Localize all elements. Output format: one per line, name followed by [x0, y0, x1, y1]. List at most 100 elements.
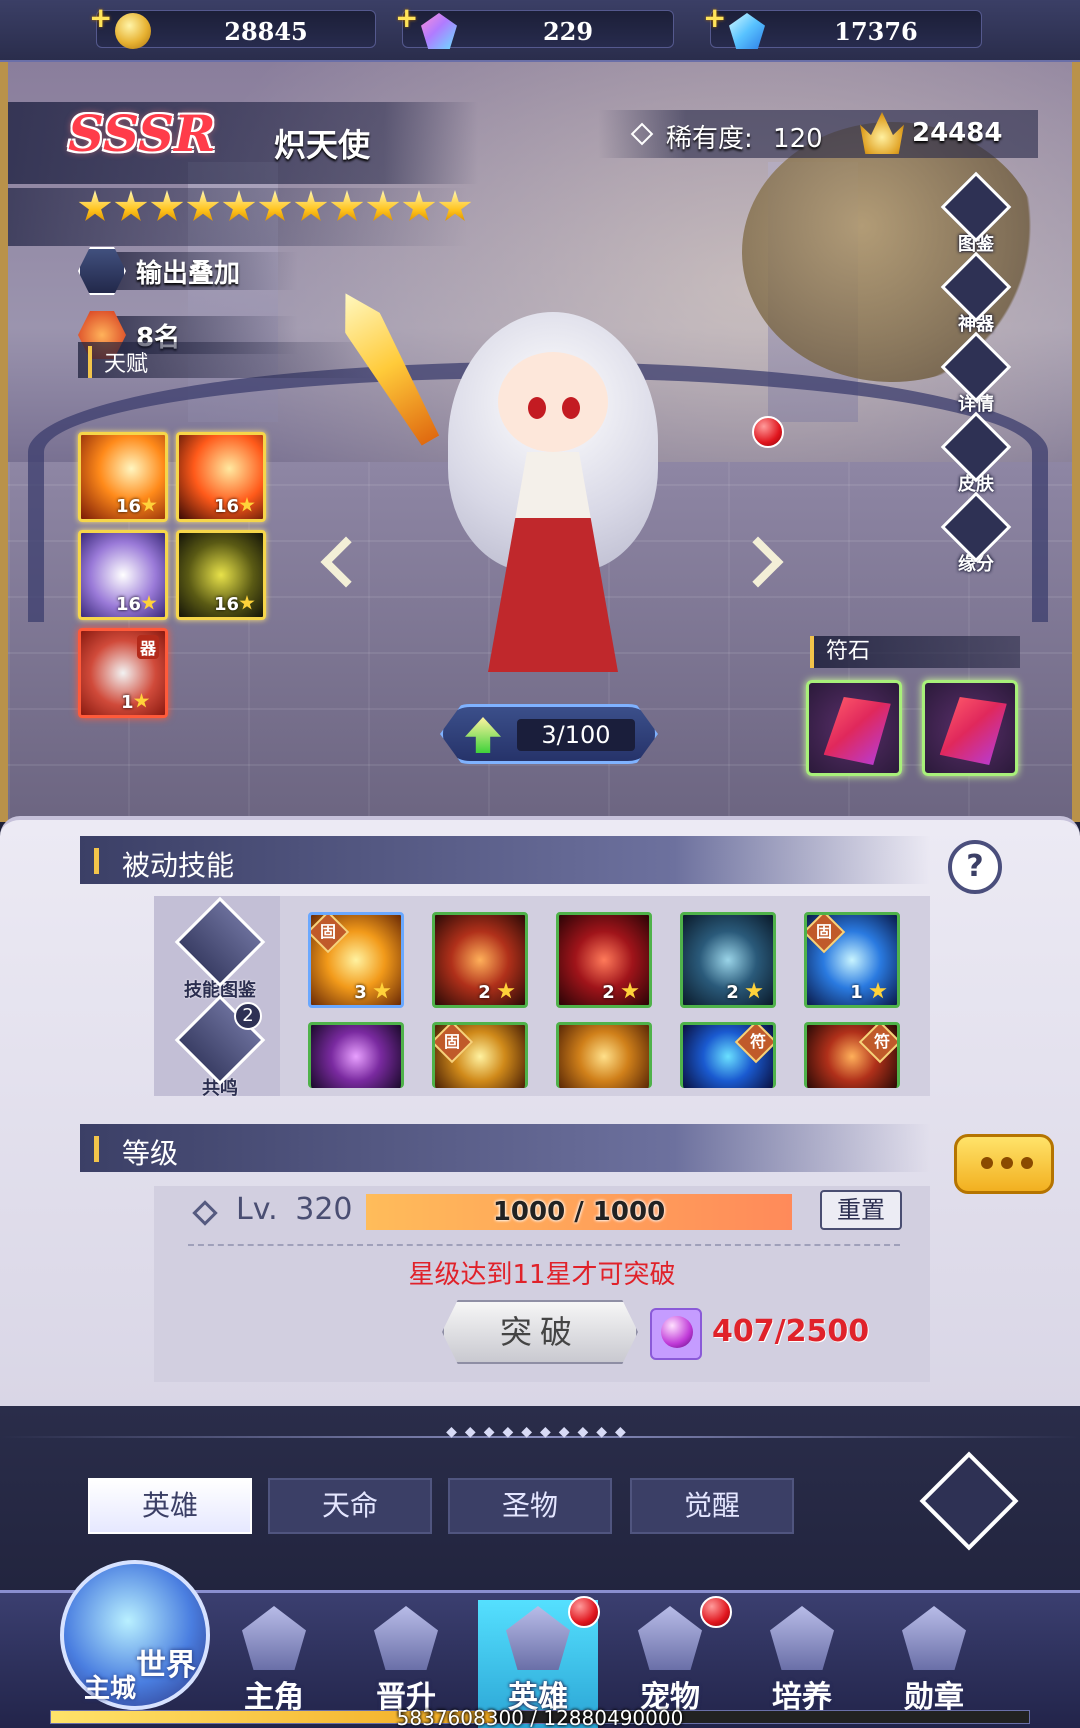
passive-skill-slot[interactable]: 符: [804, 1022, 900, 1088]
skill-level-number: 3: [354, 982, 367, 1003]
rarity-text: 稀有度: 120: [636, 118, 823, 155]
star-icon: [366, 190, 400, 221]
star-up-progress-text: 3/100: [517, 719, 635, 751]
skill-level: 2: [478, 982, 515, 1003]
passive-skill-slot[interactable]: 2: [556, 912, 652, 1008]
passive-skill-slot[interactable]: 2: [680, 912, 776, 1008]
passive-skill-slot[interactable]: 固: [432, 1022, 528, 1088]
talent-level: 16: [116, 496, 157, 517]
rainbow-gem-icon: [421, 13, 457, 49]
talent-slot-artifact[interactable]: 器 1: [78, 628, 168, 718]
red-rune-icon: [938, 697, 1008, 765]
passive-skill-slot[interactable]: 2: [432, 912, 528, 1008]
talent-slot[interactable]: 16: [78, 432, 168, 522]
chat-dot: [981, 1157, 993, 1169]
level-text: Lv. 320: [236, 1192, 353, 1227]
character-face: [498, 352, 608, 452]
orb-core: [661, 1316, 693, 1348]
side-button-skin[interactable]: 皮肤: [940, 411, 1012, 502]
fixed-tag-text: 固: [815, 922, 832, 941]
star-icon: [745, 982, 763, 999]
star-icon: [114, 190, 148, 221]
side-button-details[interactable]: 详情: [940, 331, 1012, 422]
notification-dot: [752, 416, 784, 448]
hero-stars: [78, 190, 472, 224]
world-label: 世界: [136, 1648, 196, 1683]
artifact-tag: 器: [136, 635, 159, 659]
star-icon: [258, 190, 292, 221]
passive-skill-slot[interactable]: 符: [680, 1022, 776, 1088]
diamond-counter[interactable]: + 17376: [703, 1, 982, 49]
character-eye: [562, 397, 580, 419]
rarity-value: 120: [773, 124, 823, 154]
tab-relic[interactable]: 圣物: [448, 1478, 612, 1534]
fixed-tag-text: 固: [319, 922, 336, 941]
blue-diamond-icon: [729, 13, 765, 49]
medal-icon: [902, 1606, 966, 1670]
skill-level: 3: [354, 982, 391, 1003]
skill-level-number: 2: [602, 982, 615, 1003]
skill-codex-button[interactable]: 技能图鉴: [170, 896, 270, 1002]
rune-slot[interactable]: [922, 680, 1018, 776]
reset-button[interactable]: 重置: [820, 1190, 902, 1230]
skill-level: 2: [726, 982, 763, 1003]
star-icon: [239, 497, 255, 512]
help-button[interactable]: ?: [948, 840, 1002, 894]
star-up-progress[interactable]: 3/100: [440, 704, 658, 764]
tab-hero[interactable]: 英雄: [88, 1478, 252, 1534]
gold-counter[interactable]: + 28845: [89, 1, 376, 49]
talent-level: 16: [214, 594, 255, 615]
chat-dot: [1001, 1157, 1013, 1169]
world-map-button[interactable]: 世界 主城: [60, 1560, 210, 1710]
add-diamond-icon[interactable]: +: [703, 1, 726, 34]
star-icon: [869, 982, 887, 999]
hero-name: 炽天使: [274, 126, 371, 164]
rune-title: 符石: [810, 636, 1020, 668]
add-gold-icon[interactable]: +: [89, 1, 112, 34]
hero-tag-output[interactable]: 输出叠加: [78, 247, 298, 295]
star-icon: [621, 982, 639, 999]
resonance-badge: 2: [234, 1002, 262, 1030]
level-header: 等级: [80, 1124, 930, 1172]
passive-skill-slot[interactable]: [308, 1022, 404, 1088]
talent-level: 1: [121, 692, 150, 713]
side-button-artifact[interactable]: 神器: [940, 251, 1012, 342]
star-up-arrow-icon: [465, 717, 501, 753]
level-label: Lv.: [236, 1192, 278, 1227]
tab-awaken[interactable]: 觉醒: [630, 1478, 794, 1534]
tab-destiny[interactable]: 天命: [268, 1478, 432, 1534]
rarity-tier-badge: SSSR: [68, 104, 216, 163]
level-exp-bar: 1000 / 1000: [366, 1194, 792, 1230]
talent-level-number: 16: [213, 594, 239, 615]
passive-skill-slot[interactable]: [556, 1022, 652, 1088]
red-rune-icon: [822, 697, 892, 765]
talent-slot[interactable]: 16: [176, 432, 266, 522]
hero-character-sprite[interactable]: [428, 292, 678, 712]
talent-title: 天赋: [88, 346, 148, 378]
level-value: 320: [295, 1192, 353, 1227]
gem-counter[interactable]: + 229: [395, 1, 674, 49]
hero-scene: SSSR 炽天使 稀有度: 120 24484 输出叠加 8名 天赋 16 16…: [0, 62, 1080, 822]
gold-coin-icon: [115, 13, 151, 49]
talent-slot[interactable]: 16: [78, 530, 168, 620]
star-icon: [239, 595, 255, 610]
skill-level: 1: [850, 982, 887, 1003]
talent-slot[interactable]: 16: [176, 530, 266, 620]
passive-skills-header: 被动技能: [80, 836, 930, 884]
passive-skill-slot[interactable]: 固 3: [308, 912, 404, 1008]
star-icon: [497, 982, 515, 999]
breakthrough-button[interactable]: 突破: [442, 1300, 638, 1364]
star-icon: [222, 190, 256, 221]
purple-orb-icon: [650, 1308, 702, 1360]
notification-dot: [700, 1596, 732, 1628]
chat-bubble-button[interactable]: [954, 1134, 1054, 1194]
side-button-codex[interactable]: 图鉴: [940, 171, 1012, 262]
currency-bar: + 28845 + 229 + 17376: [0, 0, 1080, 62]
player-xp-text: 5837608300 / 12880490000: [396, 1706, 684, 1728]
rune-slot[interactable]: [806, 680, 902, 776]
side-button-bond[interactable]: 缘分: [940, 491, 1012, 582]
divider-ornament: ◆◆◆◆◆◆◆◆◆◆: [446, 1424, 634, 1440]
passive-skill-slot[interactable]: 固 1: [804, 912, 900, 1008]
power-value: 24484: [912, 118, 1003, 148]
add-gem-icon[interactable]: +: [395, 1, 418, 34]
